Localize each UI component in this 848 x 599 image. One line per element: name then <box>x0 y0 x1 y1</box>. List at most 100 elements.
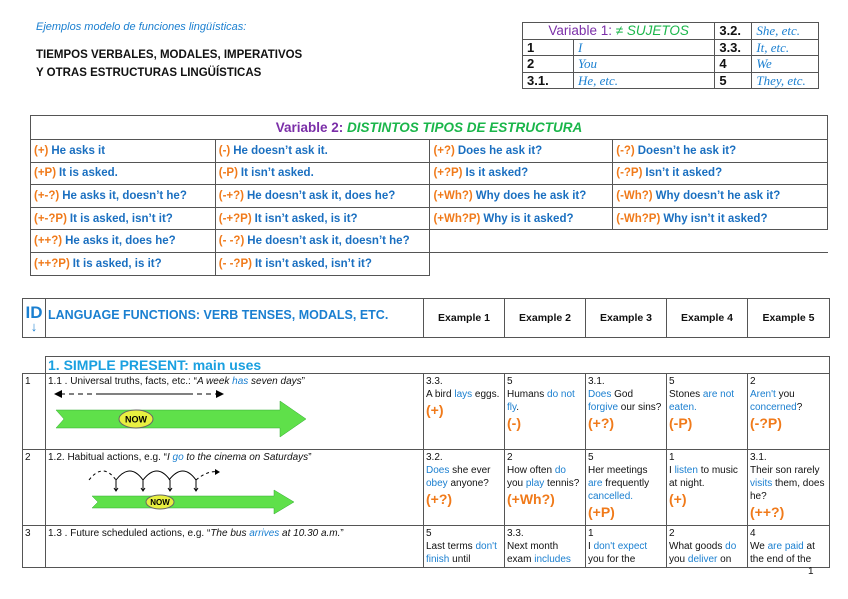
example-text: I listen to music at night. <box>669 464 745 490</box>
example-text: Humans do not fly. <box>507 388 583 414</box>
diagram-wrap: NOW <box>48 464 421 524</box>
structure-tag: (+?) <box>433 144 455 157</box>
subtitle: Ejemplos modelo de funciones lingüística… <box>36 21 247 33</box>
example-header: Example 4 <box>666 298 748 338</box>
text-segment: A week <box>196 376 233 387</box>
text-segment: at 10.30 a.m. <box>279 528 341 539</box>
structure-row: (++?) He asks it, does he? (- -?) He doesn’… <box>30 229 828 253</box>
subject: I <box>572 38 716 56</box>
arrow-down-icon: ↓ <box>30 318 38 334</box>
structure-example: Why is it asked? <box>483 212 574 225</box>
structure-tag: (+) <box>426 402 444 418</box>
text-segment: you <box>775 389 795 400</box>
subject: They, etc. <box>751 71 819 89</box>
structure-cell: (+?P) Is it asked? <box>429 161 614 186</box>
example-ref: 2 <box>750 376 756 387</box>
structure-example: He asks it <box>51 144 106 157</box>
structure-tag: (+?P) <box>433 167 463 180</box>
timeline-diagram: NOW <box>54 390 307 438</box>
variable2-label: Variable 2: <box>275 120 344 135</box>
structure-example: It isn’t asked. <box>240 167 314 180</box>
structure-cell: (-) He doesn’t ask it. <box>214 139 431 163</box>
structure-tag: (-?) <box>616 144 635 157</box>
text-segment: go <box>172 452 184 463</box>
title-line-2: Y OTRAS ESTRUCTURAS LINGÜÍSTICAS <box>36 67 262 79</box>
text-segment: We <box>750 541 768 552</box>
example-text: Aren't you concerned? <box>750 388 827 414</box>
text-segment: has <box>232 376 249 387</box>
subject: We <box>751 55 819 73</box>
text-segment: lays <box>454 389 473 400</box>
example-header: Example 3 <box>585 298 667 338</box>
text-segment: Does <box>588 389 612 400</box>
text-segment: do <box>554 465 566 476</box>
page-title: TIEMPOS VERBALES, MODALES, IMPERATIVOS Y… <box>36 46 302 82</box>
variable1-table: Variable 1: ≠ SUJETOS 3.2. She, etc. 1 I 3.… <box>521 22 819 89</box>
text-segment: Humans <box>507 389 548 400</box>
example-cell: 3.3. A bird lays eggs. (+) <box>423 373 505 450</box>
diagram-wrap: NOW <box>48 388 421 448</box>
example-text: Her meetings are frequently cancelled. <box>588 464 664 503</box>
example-cell: 3.1. Their son rarely visits them, does h… <box>747 449 830 526</box>
structure-row: (++?P) It is asked, is it? (- -?P) It isn’t… <box>30 251 828 276</box>
structure-example: Why doesn’t he ask it? <box>655 189 781 202</box>
text-segment: seven days <box>248 376 302 387</box>
function-description: 1.3 . Future scheduled actions, e.g. “Th… <box>45 525 424 568</box>
subject: She, etc. <box>751 22 819 40</box>
subject-num: 4 <box>714 55 753 73</box>
structure-tag: (+Wh?) <box>433 189 473 202</box>
text-segment: ” <box>301 376 305 387</box>
main-header: ID ↓ LANGUAGE FUNCTIONS: VERB TENSES, MOD… <box>22 298 830 338</box>
main-title: LANGUAGE FUNCTIONS: VERB TENSES, MODALS,… <box>45 298 424 338</box>
structure-example: Is it asked? <box>465 167 529 180</box>
example-ref: 4 <box>750 528 756 539</box>
structure-cell: (+?) Does he ask it? <box>429 139 614 163</box>
example-cell: 2 Aren't you concerned? (-?P) <box>747 373 830 450</box>
subject-num: 5 <box>714 71 753 89</box>
text-segment: eggs. <box>472 389 500 400</box>
function-description: 1.1 . Universal truths, facts, etc.: “A … <box>45 373 424 450</box>
variable2-highlight: DISTINTOS TIPOS DE ESTRUCTURA <box>347 120 583 135</box>
text-segment: are paid <box>767 541 804 552</box>
structure-example: He asks it, does he? <box>65 235 176 248</box>
structure-example: It isn’t asked, is it? <box>254 212 358 225</box>
text-segment: What goods <box>669 541 726 552</box>
structure-example: He asks it, doesn’t he? <box>62 189 187 202</box>
subject-num: 3.1. <box>522 71 574 89</box>
structure-tag: (-) <box>507 415 521 431</box>
example-text: Their son rarely visits them, does he? <box>750 464 827 503</box>
structure-cell: (+-?P) It is asked, isn’t it? <box>30 206 216 231</box>
structure-example: Does he ask it? <box>457 144 543 157</box>
text-segment: 1.1 . Universal truths, facts, etc.: “ <box>48 376 197 387</box>
row-id: 1 <box>22 373 46 450</box>
example-ref: 2 <box>669 528 675 539</box>
structure-tag: (+Wh?) <box>507 491 555 507</box>
text-segment: 1.2. Habitual actions, e.g. “ <box>48 452 167 463</box>
structure-tag: (- -?) <box>218 235 245 248</box>
example-ref: 1 <box>669 452 675 463</box>
structure-row: (+P) It is asked. (-P) It isn’t asked. (+?P)… <box>30 161 828 186</box>
example-ref: 5 <box>588 452 594 463</box>
example-text: Stones are not eaten. <box>669 388 745 414</box>
example-ref: 3.3. <box>507 528 524 539</box>
text-segment: ” <box>308 452 312 463</box>
text-segment: Stones <box>669 389 703 400</box>
structure-tag: (-?P) <box>616 167 643 180</box>
structure-example: Isn’t it asked? <box>645 167 723 180</box>
text-segment: tennis? <box>544 478 580 489</box>
text-segment: forgive <box>588 402 619 413</box>
text-segment: play <box>525 478 545 489</box>
text-segment: you <box>669 554 688 565</box>
example-text: How often do you play tennis? <box>507 464 583 490</box>
subject-num: 1 <box>522 38 574 56</box>
structure-cell: (-+?P) It isn’t asked, is it? <box>214 206 431 231</box>
text-segment: are <box>588 478 603 489</box>
structure-row: (+) He asks it (-) He doesn’t ask it. (+?) Do… <box>30 139 828 163</box>
description-text: 1.1 . Universal truths, facts, etc.: “A … <box>48 375 421 388</box>
subject: You <box>572 55 716 73</box>
example-header: Example 2 <box>504 298 586 338</box>
now-label: NOW <box>150 498 170 507</box>
structure-tag: (-?P) <box>750 415 782 431</box>
structure-cell: (++?) He asks it, does he? <box>30 229 216 253</box>
subject-num: 3.3. <box>714 38 753 56</box>
